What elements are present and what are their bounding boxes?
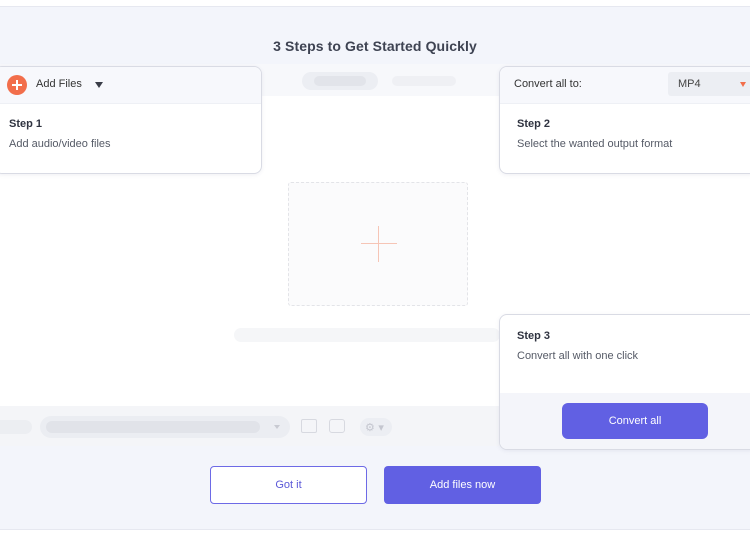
add-files-now-button[interactable]: Add files now bbox=[384, 466, 541, 504]
step1-callout: Add Files Step 1 Add audio/video files bbox=[0, 66, 262, 174]
merge-icon bbox=[329, 419, 345, 433]
chevron-down-icon[interactable] bbox=[95, 82, 103, 88]
convert-all-button[interactable]: Convert all bbox=[562, 403, 708, 439]
output-format-select[interactable]: MP4 bbox=[668, 72, 750, 96]
step1-description: Add audio/video files bbox=[9, 138, 111, 150]
folder-icon bbox=[301, 419, 317, 433]
step2-callout: Convert all to: MP4 Step 2 Select the wa… bbox=[499, 66, 750, 174]
step1-header: Add Files bbox=[0, 67, 261, 104]
step2-description: Select the wanted output format bbox=[517, 138, 673, 150]
guide-title: 3 Steps to Get Started Quickly bbox=[273, 38, 477, 54]
output-format-value: MP4 bbox=[678, 78, 701, 90]
background-tab-converting bbox=[302, 72, 378, 90]
background-hint-text bbox=[234, 328, 500, 342]
background-output-label bbox=[0, 420, 32, 434]
convert-all-to-label: Convert all to: bbox=[514, 78, 582, 90]
plus-icon bbox=[361, 243, 397, 244]
step3-label: Step 3 bbox=[517, 330, 551, 342]
add-files-button[interactable]: Add Files bbox=[36, 78, 82, 90]
step3-callout: Step 3 Convert all with one click Conver… bbox=[499, 314, 750, 450]
background-settings-button: ⚙ ▾ bbox=[360, 418, 392, 436]
step3-description: Convert all with one click bbox=[517, 350, 639, 362]
step2-label: Step 2 bbox=[517, 118, 551, 130]
plus-circle-icon[interactable] bbox=[7, 75, 27, 95]
got-it-button[interactable]: Got it bbox=[210, 466, 367, 504]
step2-header: Convert all to: MP4 bbox=[500, 67, 750, 104]
add-files-dropzone[interactable] bbox=[288, 182, 468, 306]
gear-icon: ⚙ ▾ bbox=[365, 421, 384, 434]
background-output-path-select bbox=[40, 416, 290, 438]
chevron-down-icon bbox=[740, 82, 746, 87]
background-tab-finished bbox=[392, 76, 456, 86]
step1-label: Step 1 bbox=[9, 118, 43, 130]
chevron-down-icon bbox=[274, 425, 280, 429]
